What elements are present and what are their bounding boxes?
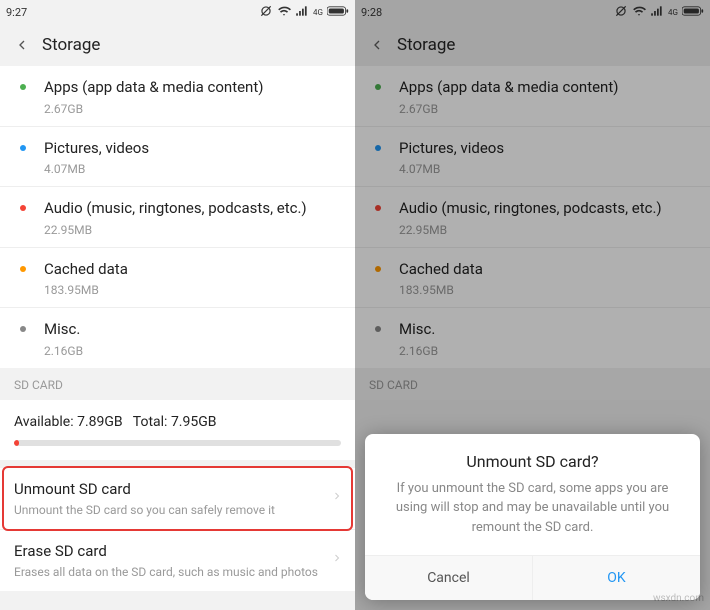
page-header: Storage — [355, 24, 710, 66]
list-item[interactable]: Apps (app data & media content) 2.67GB — [0, 66, 355, 127]
dot-icon — [20, 145, 26, 151]
dialog-buttons: Cancel OK — [365, 555, 700, 600]
dialog-title: Unmount SD card? — [365, 434, 700, 479]
sd-actions: Unmount SD card Unmount the SD card so y… — [0, 468, 355, 591]
item-title: Cached data — [399, 260, 696, 280]
phone-right: 9:28 4G Storage Apps (app data — [355, 0, 710, 610]
signal-icon — [650, 4, 664, 21]
watermark: wsxdn.com — [653, 593, 704, 604]
dot-icon — [375, 84, 381, 90]
section-header-sdcard: SD CARD — [355, 368, 710, 400]
list-item: Pictures, videos 4.07MB — [355, 127, 710, 188]
list-item[interactable]: Cached data 183.95MB — [0, 248, 355, 309]
section-header-sdcard: SD CARD — [0, 368, 355, 400]
cancel-button[interactable]: Cancel — [365, 556, 532, 600]
item-size: 4.07MB — [399, 162, 696, 176]
item-size: 2.16GB — [44, 344, 341, 358]
status-icons: 4G — [259, 4, 349, 21]
chevron-right-icon — [331, 552, 343, 568]
status-time: 9:28 — [361, 6, 382, 19]
network-label: 4G — [668, 8, 678, 17]
unmount-dialog: Unmount SD card? If you unmount the SD c… — [365, 434, 700, 601]
item-title: Erase SD card — [14, 542, 323, 562]
back-button[interactable] — [10, 33, 34, 57]
dot-icon — [20, 266, 26, 272]
battery-icon — [682, 5, 704, 20]
item-size: 2.67GB — [399, 102, 696, 116]
wifi-icon — [632, 4, 646, 21]
vibrate-icon — [614, 4, 628, 21]
item-title: Cached data — [44, 260, 341, 280]
page-title: Storage — [42, 35, 100, 55]
dot-icon — [20, 326, 26, 332]
list-item: Cached data 183.95MB — [355, 248, 710, 309]
list-item: Misc. 2.16GB — [355, 308, 710, 368]
page-title: Storage — [397, 35, 455, 55]
battery-icon — [327, 5, 349, 20]
network-label: 4G — [313, 8, 323, 17]
status-bar: 9:28 4G — [355, 0, 710, 24]
item-title: Audio (music, ringtones, podcasts, etc.) — [399, 199, 696, 219]
page-header: Storage — [0, 24, 355, 66]
status-icons: 4G — [614, 4, 704, 21]
dot-icon — [375, 205, 381, 211]
storage-list: Apps (app data & media content) 2.67GB P… — [355, 66, 710, 368]
sd-usage-bar — [14, 440, 341, 446]
dot-icon — [375, 266, 381, 272]
list-item[interactable]: Misc. 2.16GB — [0, 308, 355, 368]
erase-sd-item[interactable]: Erase SD card Erases all data on the SD … — [0, 530, 355, 591]
dot-icon — [20, 84, 26, 90]
item-title: Pictures, videos — [399, 139, 696, 159]
sd-capacity-text: Available: 7.89GB Total: 7.95GB — [14, 414, 341, 430]
sd-usage-fill — [14, 440, 19, 446]
list-item[interactable]: Pictures, videos 4.07MB — [0, 127, 355, 188]
sd-stats: Available: 7.89GB Total: 7.95GB — [0, 400, 355, 460]
status-bar: 9:27 4G — [0, 0, 355, 24]
item-title: Apps (app data & media content) — [399, 78, 696, 98]
item-title: Misc. — [44, 320, 341, 340]
unmount-sd-item[interactable]: Unmount SD card Unmount the SD card so y… — [0, 468, 355, 530]
list-item: Apps (app data & media content) 2.67GB — [355, 66, 710, 127]
dot-icon — [375, 145, 381, 151]
dialog-body: If you unmount the SD card, some apps yo… — [365, 479, 700, 556]
item-size: 2.67GB — [44, 102, 341, 116]
item-size: 183.95MB — [399, 283, 696, 297]
item-title: Misc. — [399, 320, 696, 340]
storage-list: Apps (app data & media content) 2.67GB P… — [0, 66, 355, 368]
dot-icon — [375, 326, 381, 332]
item-title: Apps (app data & media content) — [44, 78, 341, 98]
signal-icon — [295, 4, 309, 21]
item-size: 22.95MB — [399, 223, 696, 237]
item-desc: Erases all data on the SD card, such as … — [14, 565, 323, 581]
item-size: 4.07MB — [44, 162, 341, 176]
item-size: 183.95MB — [44, 283, 341, 297]
item-size: 22.95MB — [44, 223, 341, 237]
item-title: Pictures, videos — [44, 139, 341, 159]
list-item[interactable]: Audio (music, ringtones, podcasts, etc.)… — [0, 187, 355, 248]
wifi-icon — [277, 4, 291, 21]
status-time: 9:27 — [6, 6, 27, 19]
item-title: Unmount SD card — [14, 480, 323, 500]
chevron-right-icon — [331, 490, 343, 506]
phone-left: 9:27 4G Storage Apps (app data — [0, 0, 355, 610]
vibrate-icon — [259, 4, 273, 21]
item-size: 2.16GB — [399, 344, 696, 358]
list-item: Audio (music, ringtones, podcasts, etc.)… — [355, 187, 710, 248]
item-title: Audio (music, ringtones, podcasts, etc.) — [44, 199, 341, 219]
back-button[interactable] — [365, 33, 389, 57]
dot-icon — [20, 205, 26, 211]
item-desc: Unmount the SD card so you can safely re… — [14, 503, 323, 519]
